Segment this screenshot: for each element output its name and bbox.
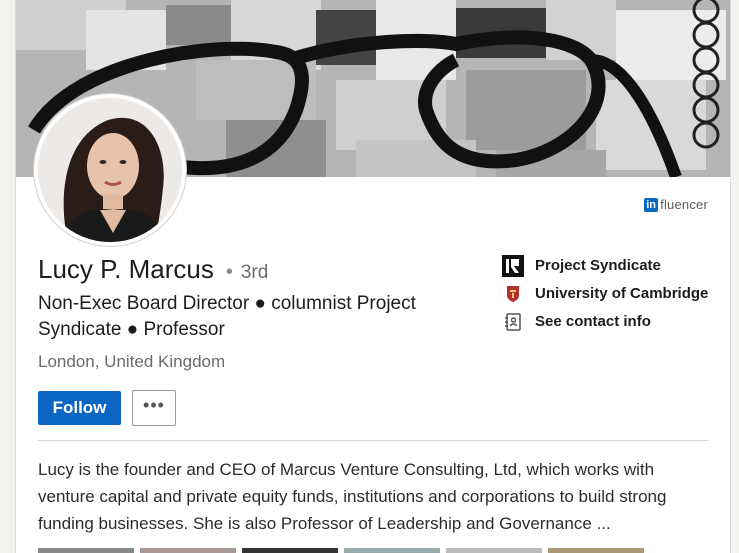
profile-side-info: Project Syndicate University of Cambridg… [502, 255, 712, 339]
media-thumbnail[interactable] [344, 548, 440, 553]
media-thumbnail[interactable] [38, 548, 134, 553]
profile-location: London, United Kingdom [38, 352, 226, 371]
media-thumbnail[interactable] [446, 548, 542, 553]
degree-separator: • [225, 261, 233, 283]
media-thumbnail[interactable] [242, 548, 338, 553]
media-thumbnail[interactable] [140, 548, 236, 553]
contact-info-link[interactable]: See contact info [502, 311, 712, 333]
more-actions-button[interactable]: ••• [132, 390, 176, 426]
company-link[interactable]: Project Syndicate [502, 255, 712, 277]
connection-degree: 3rd [240, 262, 269, 283]
profile-card: in fluencer Lucy P. Marcus • 3rd Non-Exe… [15, 0, 731, 553]
linkedin-icon: in [644, 197, 659, 212]
company-name: Project Syndicate [535, 257, 661, 274]
name-row: Lucy P. Marcus • 3rd [38, 254, 268, 285]
profile-photo[interactable] [34, 94, 186, 246]
profile-summary[interactable]: Lucy is the founder and CEO of Marcus Ve… [38, 456, 710, 537]
avatar-portrait [38, 98, 182, 242]
section-divider [38, 440, 708, 441]
follow-button[interactable]: Follow [38, 391, 121, 425]
media-thumbnails [38, 548, 644, 553]
media-thumbnail[interactable] [548, 548, 644, 553]
profile-headline: Non-Exec Board Director ● columnist Proj… [38, 293, 416, 340]
profile-name: Lucy P. Marcus [38, 254, 214, 284]
project-syndicate-logo-icon [502, 255, 524, 277]
school-name: University of Cambridge [535, 285, 709, 302]
contact-info-label: See contact info [535, 313, 651, 330]
address-book-icon [502, 311, 524, 333]
school-link[interactable]: University of Cambridge [502, 283, 712, 305]
influencer-label: fluencer [660, 197, 708, 212]
ellipsis-icon: ••• [143, 395, 165, 415]
influencer-badge: in fluencer [644, 197, 708, 212]
cambridge-crest-icon [502, 283, 524, 305]
